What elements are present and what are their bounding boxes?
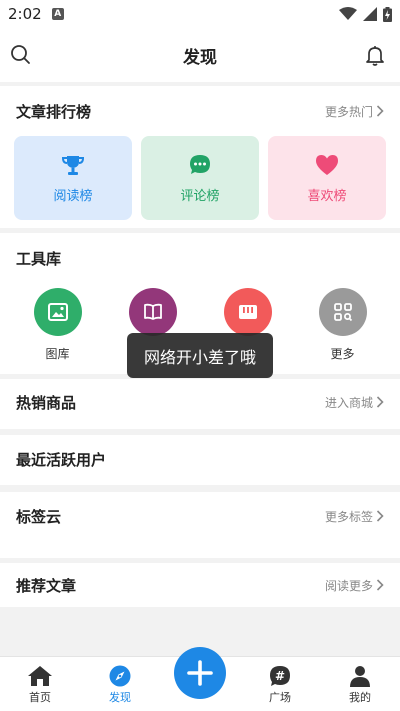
recommend-header: 推荐文章 阅读更多 (0, 563, 400, 607)
hot-goods-title: 热销商品 (16, 393, 77, 412)
tool-gallery[interactable]: 图库 (10, 288, 105, 362)
recommend-title: 推荐文章 (16, 576, 77, 595)
add-post-button[interactable] (174, 647, 226, 699)
rank-card-read-label: 阅读榜 (53, 188, 93, 204)
active-users-section: 最近活跃用户 (0, 435, 400, 485)
tag-cloud-section: 标签云 更多标签 (0, 492, 400, 558)
wifi-icon (339, 7, 357, 20)
tool-gallery-label: 图库 (45, 347, 70, 361)
ranking-cards: 阅读榜 评论榜 喜欢榜 (0, 136, 400, 220)
recommend-more-label: 阅读更多 (324, 578, 373, 593)
tool-more[interactable]: 更多 (295, 288, 390, 362)
rank-card-like[interactable]: 喜欢榜 (268, 136, 386, 220)
rank-card-comment[interactable]: 评论榜 (141, 136, 259, 220)
chevron-right-icon (376, 396, 384, 408)
columns-icon (238, 305, 257, 319)
rank-card-comment-label: 评论榜 (180, 188, 220, 204)
active-users-title: 最近活跃用户 (16, 450, 107, 469)
status-bar: 2:02 A (0, 0, 400, 28)
nav-home[interactable]: 首页 (0, 657, 80, 711)
nav-mine[interactable]: 我的 (320, 657, 400, 711)
svg-text:#: # (275, 669, 285, 683)
hot-goods-more-link[interactable]: 进入商城 (325, 394, 384, 411)
nav-mine-label: 我的 (349, 691, 371, 704)
ranking-more-label: 更多热门 (324, 104, 373, 119)
home-icon (28, 666, 52, 686)
tag-cloud-more-link[interactable]: 更多标签 (325, 508, 384, 525)
recommend-more-link[interactable]: 阅读更多 (325, 577, 384, 594)
bell-icon[interactable] (364, 44, 386, 66)
chat-bubble-icon (190, 154, 210, 174)
tool-more-label: 更多 (330, 347, 355, 361)
tools-header: 工具库 (0, 233, 400, 283)
nav-discover[interactable]: 发现 (80, 657, 160, 711)
tool-gallery-circle (33, 288, 82, 336)
ranking-header: 文章排行榜 更多热门 (0, 86, 400, 136)
recommend-section: 推荐文章 阅读更多 (0, 563, 400, 607)
chevron-right-icon (376, 579, 384, 591)
battery-icon (383, 6, 392, 22)
user-icon (350, 666, 370, 687)
chevron-right-icon (376, 105, 384, 117)
tag-cloud-header: 标签云 更多标签 (0, 492, 400, 540)
tag-cloud-more-label: 更多标签 (324, 509, 373, 524)
signal-icon (363, 7, 377, 21)
tools-title: 工具库 (16, 249, 62, 268)
status-icons (339, 6, 392, 22)
compass-icon (109, 665, 131, 687)
hot-goods-header: 热销商品 进入商城 (0, 379, 400, 425)
ranking-title: 文章排行榜 (16, 102, 92, 121)
tag-cloud-title: 标签云 (16, 507, 62, 526)
hot-goods-more-label: 进入商城 (324, 395, 373, 410)
nav-square[interactable]: # 广场 (240, 657, 320, 711)
heart-icon (316, 154, 338, 175)
book-icon (143, 303, 162, 320)
nav-square-label: 广场 (269, 691, 291, 704)
nav-home-label: 首页 (29, 691, 51, 704)
image-icon (47, 303, 68, 321)
tool-more-circle (318, 288, 367, 336)
page-title: 发现 (183, 47, 217, 68)
status-time: 2:02 (8, 5, 42, 23)
nav-discover-label: 发现 (109, 691, 131, 704)
ranking-section: 文章排行榜 更多热门 阅读榜 评论榜 喜欢榜 (0, 86, 400, 228)
hashtag-chat-icon: # (270, 666, 290, 686)
tool-book-circle (128, 288, 177, 336)
notification-a-icon: A (51, 8, 64, 20)
network-error-toast: 网络开小差了哦 (127, 333, 273, 378)
active-users-header: 最近活跃用户 (0, 435, 400, 483)
rank-card-like-label: 喜欢榜 (307, 188, 347, 204)
search-icon[interactable] (10, 44, 32, 66)
chevron-right-icon (376, 510, 384, 522)
ranking-more-link[interactable]: 更多热门 (325, 103, 384, 120)
plus-icon (187, 660, 213, 686)
tool-columns-circle (223, 288, 272, 336)
rank-card-read[interactable]: 阅读榜 (14, 136, 132, 220)
trophy-icon (61, 155, 85, 175)
grid-search-icon (333, 303, 352, 322)
top-header: 发现 (0, 28, 400, 82)
hot-goods-section: 热销商品 进入商城 (0, 379, 400, 429)
